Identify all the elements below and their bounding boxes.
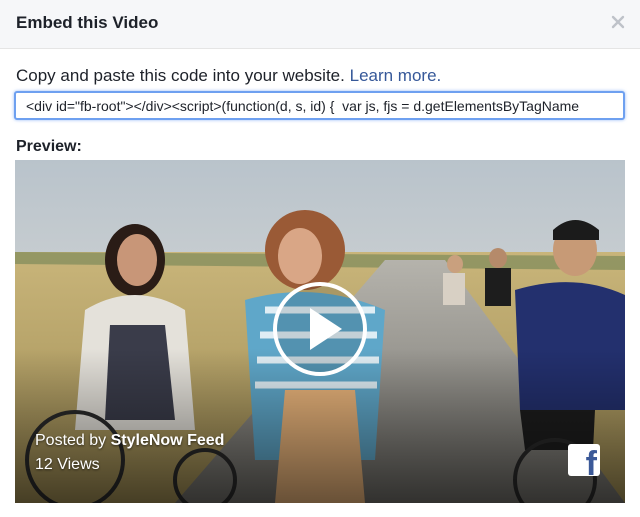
learn-more-link[interactable]: Learn more. xyxy=(350,66,442,85)
video-preview[interactable]: Posted by StyleNow Feed 12 Views f xyxy=(15,160,625,503)
posted-by-text: Posted by StyleNow Feed xyxy=(35,432,224,450)
facebook-logo-icon[interactable]: f xyxy=(568,444,600,476)
close-icon[interactable] xyxy=(608,12,628,32)
dialog-header: Embed this Video xyxy=(0,0,640,49)
posted-by-page[interactable]: StyleNow Feed xyxy=(111,432,225,449)
instructions-text: Copy and paste this code into your websi… xyxy=(16,66,441,86)
dialog-title: Embed this Video xyxy=(16,13,159,32)
embed-dialog: Embed this Video Copy and paste this cod… xyxy=(0,0,640,517)
posted-by-prefix: Posted by xyxy=(35,432,107,449)
embed-code-field[interactable] xyxy=(14,91,625,120)
view-count: 12 Views xyxy=(35,456,100,473)
play-icon[interactable] xyxy=(271,280,369,378)
preview-label: Preview: xyxy=(16,138,82,155)
instructions-label: Copy and paste this code into your websi… xyxy=(16,66,345,85)
